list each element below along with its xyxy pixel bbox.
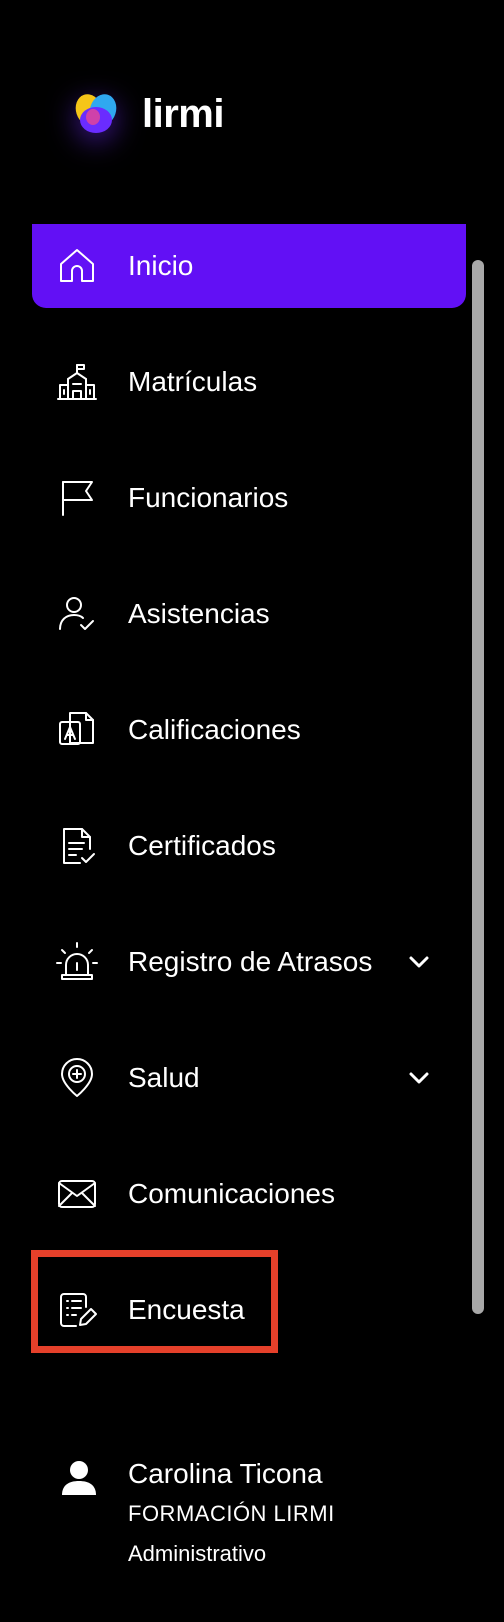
sidebar-item-label: Certificados — [128, 830, 276, 861]
sidebar-item-asistencias[interactable]: Asistencias — [32, 572, 466, 656]
sidebar-item-certificados[interactable]: Certificados — [32, 804, 466, 888]
chevron-down-icon[interactable] — [406, 1065, 432, 1091]
sidebar-item-label: Salud — [128, 1062, 200, 1093]
sidebar-item-label: Registro de Atrasos — [128, 946, 373, 977]
sidebar-nav: Inicio Matrículas Funcionarios Asistenci… — [32, 224, 466, 1384]
sidebar-item-label: Inicio — [128, 250, 194, 281]
mail-icon — [56, 1173, 98, 1215]
user-check-icon — [56, 593, 98, 635]
sidebar-item-comunicaciones[interactable]: Comunicaciones — [32, 1152, 466, 1236]
sidebar-scrollbar[interactable] — [472, 260, 484, 1314]
flag-icon — [56, 477, 98, 519]
sidebar-item-funcionarios[interactable]: Funcionarios — [32, 456, 466, 540]
chevron-down-icon[interactable] — [406, 949, 432, 975]
home-icon — [56, 245, 98, 287]
sidebar-item-label: Asistencias — [128, 598, 270, 629]
health-pin-icon — [56, 1057, 98, 1099]
sidebar-item-matriculas[interactable]: Matrículas — [32, 340, 466, 424]
school-icon — [56, 361, 98, 403]
lirmi-logo-icon — [72, 90, 120, 138]
brand-name: lirmi — [142, 92, 224, 136]
sidebar-item-label: Calificaciones — [128, 714, 301, 745]
sidebar-item-label: Encuesta — [128, 1294, 245, 1325]
sidebar-item-encuesta[interactable]: Encuesta — [32, 1268, 466, 1352]
survey-icon — [56, 1289, 98, 1331]
sidebar-item-label: Comunicaciones — [128, 1178, 335, 1209]
sidebar-item-salud[interactable]: Salud — [32, 1036, 466, 1120]
user-organization: FORMACIÓN LIRMI — [128, 1501, 335, 1526]
user-name: Carolina Ticona — [128, 1458, 323, 1489]
certificate-icon — [56, 825, 98, 867]
user-icon — [60, 1459, 98, 1497]
sidebar-item-calificaciones[interactable]: Calificaciones — [32, 688, 466, 772]
sidebar-item-registro-de-atrasos[interactable]: Registro de Atrasos — [32, 920, 466, 1004]
user-role: Administrativo — [128, 1541, 267, 1566]
sidebar-item-inicio[interactable]: Inicio — [32, 224, 466, 308]
brand-logo[interactable]: lirmi — [72, 90, 224, 138]
sidebar-item-label: Matrículas — [128, 366, 258, 397]
alarm-icon — [56, 941, 98, 983]
sidebar-item-label: Funcionarios — [128, 482, 289, 513]
grade-document-icon — [56, 709, 98, 751]
